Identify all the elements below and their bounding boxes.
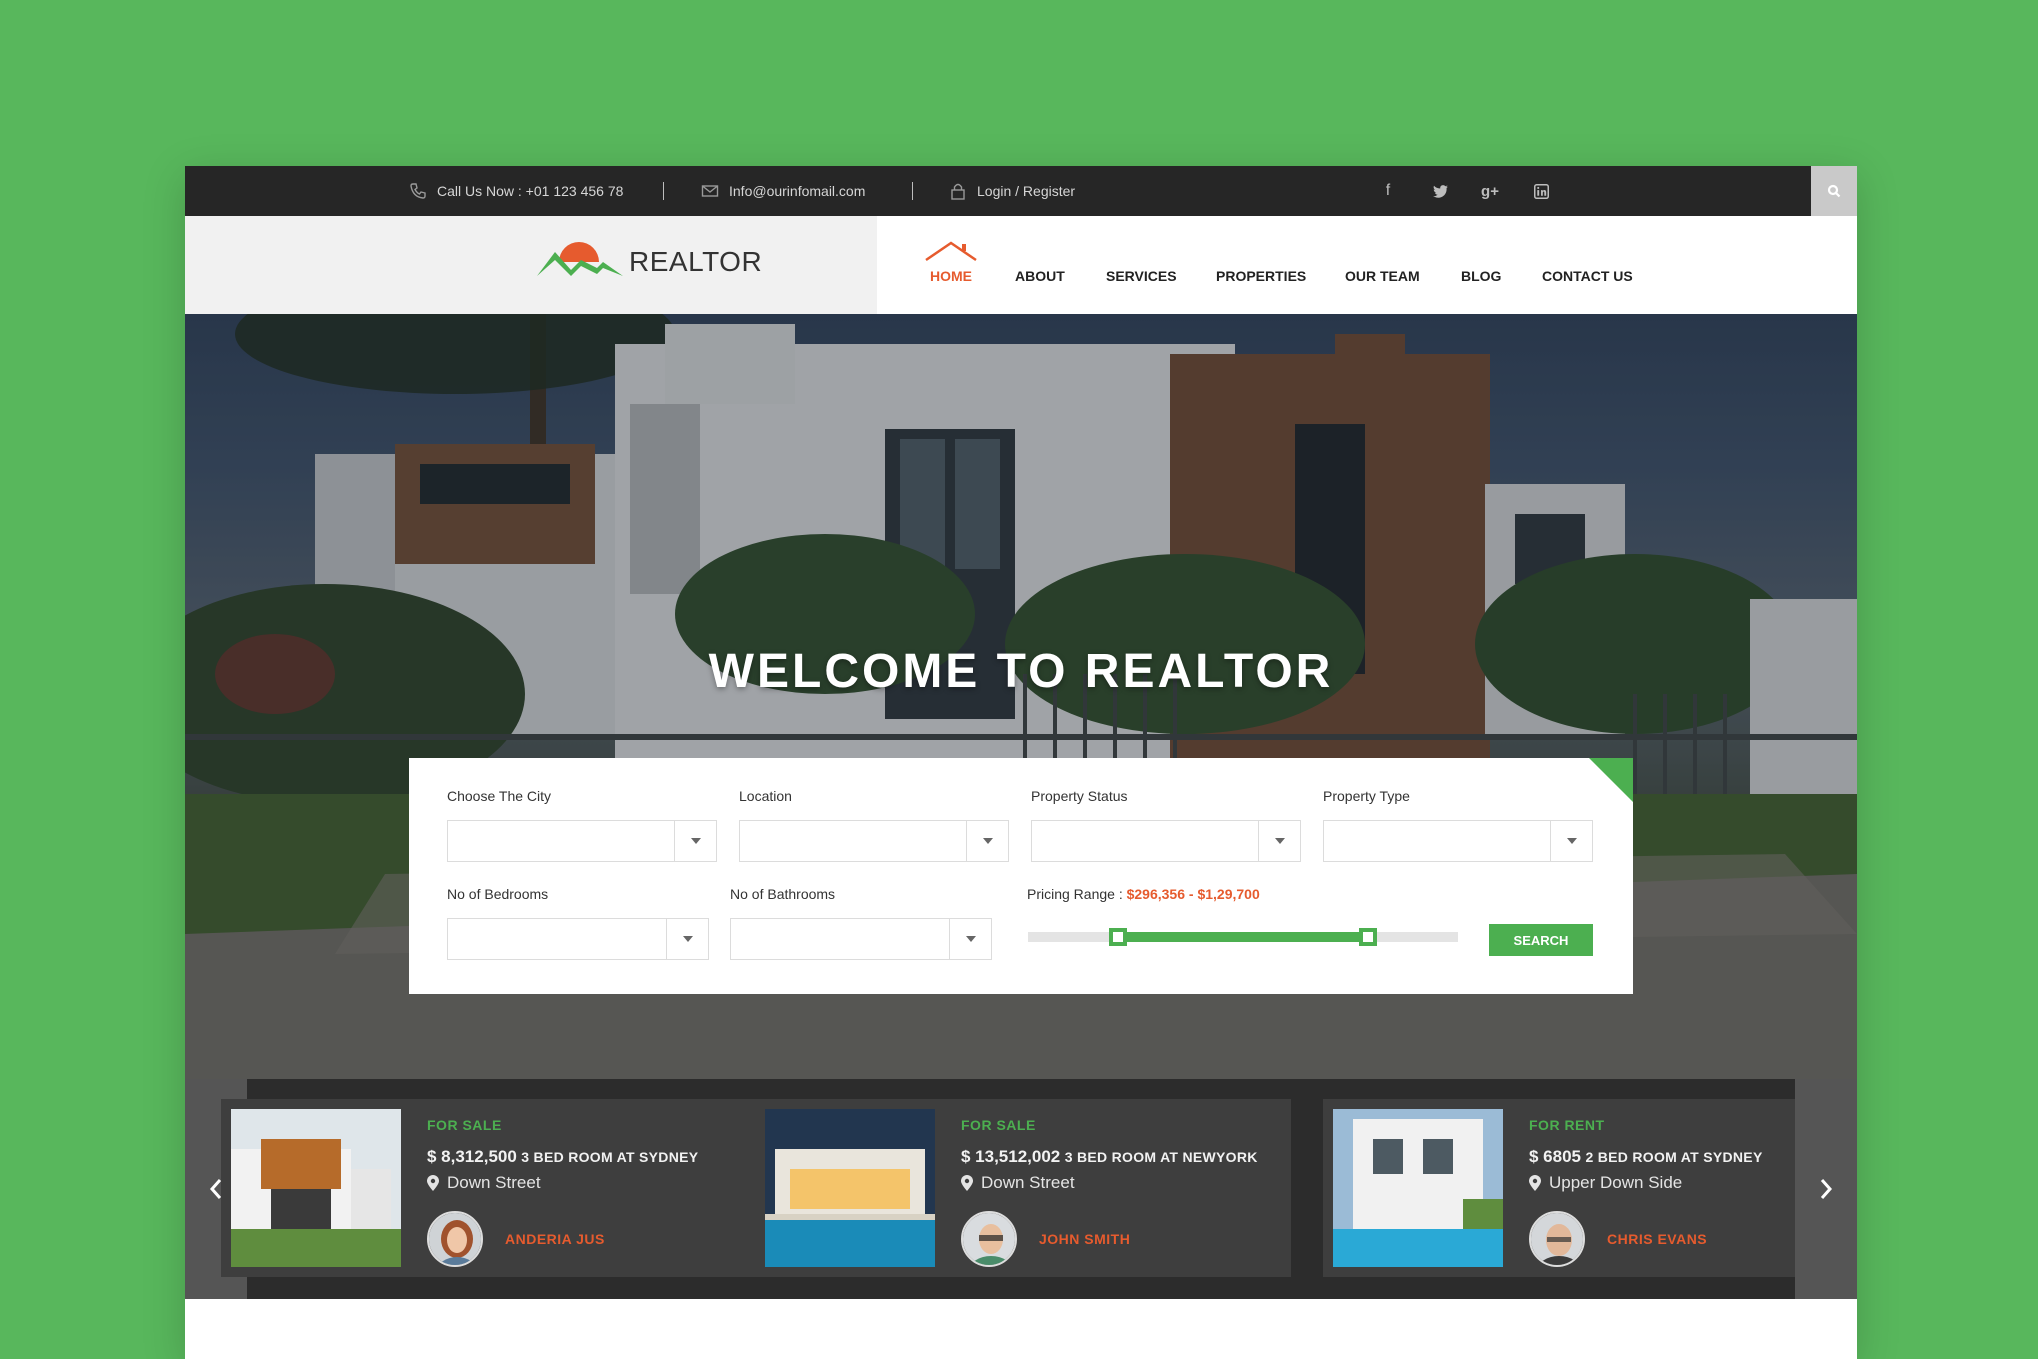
- realtor-logo-icon[interactable]: [537, 238, 623, 282]
- property-type-label: Property Type: [1323, 788, 1410, 804]
- listing-address-text: Upper Down Side: [1549, 1173, 1683, 1192]
- listing-price: $ 6805: [1529, 1147, 1581, 1166]
- email-contact[interactable]: Info@ourinfomail.com: [701, 166, 865, 216]
- listing-photo[interactable]: [1333, 1109, 1503, 1267]
- agent-name[interactable]: JOHN SMITH: [1039, 1231, 1130, 1247]
- featured-listings: FOR SALE $ 8,312,500 3 BED ROOM AT SYDNE…: [185, 1079, 1857, 1299]
- listing-price: $ 13,512,002: [961, 1147, 1061, 1166]
- listing-card[interactable]: FOR SALE $ 13,512,002 3 BED ROOM AT NEWY…: [755, 1099, 1291, 1277]
- city-label: Choose The City: [447, 788, 552, 804]
- listing-price-title: $ 6805 2 BED ROOM AT SYDNEY: [1529, 1147, 1763, 1167]
- site-header: REALTOR HOME ABOUT SERVICES PROPERTIES O…: [185, 216, 1857, 314]
- listing-status: FOR RENT: [1529, 1117, 1605, 1133]
- search-icon: [1827, 184, 1841, 198]
- listing-title[interactable]: 3 BED ROOM AT SYDNEY: [521, 1149, 698, 1165]
- slider-handle-max[interactable]: [1358, 928, 1377, 946]
- listing-photo[interactable]: [765, 1109, 935, 1267]
- bedrooms-label: No of Bedrooms: [447, 886, 549, 902]
- mail-icon: [701, 185, 719, 197]
- browser-page: Call Us Now : +01 123 456 78 Info@ourinf…: [185, 166, 1857, 1359]
- map-pin-icon: [427, 1175, 439, 1191]
- property-type-select[interactable]: [1323, 820, 1593, 862]
- price-range-slider[interactable]: [1028, 928, 1458, 946]
- listing-price-title: $ 8,312,500 3 BED ROOM AT SYDNEY: [427, 1147, 698, 1167]
- divider: [912, 182, 913, 200]
- bathrooms-select[interactable]: [730, 918, 992, 960]
- listing-address: Down Street: [961, 1173, 1075, 1193]
- map-pin-icon: [961, 1175, 973, 1191]
- chevron-right-icon: [1820, 1179, 1833, 1199]
- bathrooms-label: No of Bathrooms: [730, 886, 836, 902]
- listing-address-text: Down Street: [981, 1173, 1075, 1192]
- listing-address: Upper Down Side: [1529, 1173, 1682, 1193]
- corner-accent: [1589, 758, 1633, 802]
- property-status-label: Property Status: [1031, 788, 1128, 804]
- map-pin-icon: [1529, 1175, 1541, 1191]
- login-register-link[interactable]: Login / Register: [949, 166, 1075, 216]
- listing-price: $ 8,312,500: [427, 1147, 517, 1166]
- divider: [663, 182, 664, 200]
- nav-services[interactable]: SERVICES: [1106, 268, 1177, 284]
- twitter-icon[interactable]: [1429, 166, 1451, 216]
- pricing-range-caption: Pricing Range :: [1027, 886, 1123, 902]
- chevron-down-icon: [1550, 821, 1592, 861]
- city-select[interactable]: [447, 820, 717, 862]
- top-bar: Call Us Now : +01 123 456 78 Info@ourinf…: [185, 166, 1857, 216]
- nav-home[interactable]: HOME: [930, 268, 972, 284]
- listing-address-text: Down Street: [447, 1173, 541, 1192]
- chevron-down-icon: [674, 821, 716, 861]
- nav-blog[interactable]: BLOG: [1461, 268, 1501, 284]
- avatar[interactable]: [427, 1211, 483, 1267]
- avatar[interactable]: [961, 1211, 1017, 1267]
- pricing-range-label: Pricing Range : $296,356 - $1,29,700: [1027, 886, 1260, 902]
- property-status-select[interactable]: [1031, 820, 1301, 862]
- avatar[interactable]: [1529, 1211, 1585, 1267]
- agent-name[interactable]: ANDERIA JUS: [505, 1231, 605, 1247]
- listing-card[interactable]: FOR SALE $ 8,312,500 3 BED ROOM AT SYDNE…: [221, 1099, 757, 1277]
- listing-status: FOR SALE: [961, 1117, 1036, 1133]
- linkedin-icon[interactable]: [1530, 166, 1552, 216]
- email-text: Info@ourinfomail.com: [729, 183, 866, 199]
- facebook-icon[interactable]: f: [1377, 166, 1399, 216]
- login-text: Login / Register: [977, 183, 1076, 199]
- slider-fill: [1118, 932, 1368, 942]
- listing-title[interactable]: 2 BED ROOM AT SYDNEY: [1585, 1149, 1762, 1165]
- listing-photo[interactable]: [231, 1109, 401, 1267]
- home-roof-icon: [925, 241, 977, 262]
- google-plus-icon[interactable]: g+: [1479, 166, 1501, 216]
- nav-properties[interactable]: PROPERTIES: [1216, 268, 1306, 284]
- pricing-range-value: $296,356 - $1,29,700: [1126, 886, 1260, 902]
- nav-about[interactable]: ABOUT: [1015, 268, 1065, 284]
- nav-contact-us[interactable]: CONTACT US: [1542, 268, 1633, 284]
- search-button[interactable]: SEARCH: [1489, 924, 1593, 956]
- brand-name[interactable]: REALTOR: [629, 246, 762, 278]
- hero-banner: WELCOME TO REALTOR Choose The City Locat…: [185, 314, 1857, 1079]
- nav-our-team[interactable]: OUR TEAM: [1345, 268, 1420, 284]
- phone-icon: [410, 183, 426, 199]
- bedrooms-select[interactable]: [447, 918, 709, 960]
- top-search-button[interactable]: [1811, 166, 1857, 216]
- listing-price-title: $ 13,512,002 3 BED ROOM AT NEWYORK: [961, 1147, 1258, 1167]
- listing-status: FOR SALE: [427, 1117, 502, 1133]
- chevron-down-icon: [949, 919, 991, 959]
- phone-contact[interactable]: Call Us Now : +01 123 456 78: [409, 166, 623, 216]
- chevron-down-icon: [666, 919, 708, 959]
- chevron-down-icon: [966, 821, 1008, 861]
- next-arrow[interactable]: [1795, 1079, 1857, 1299]
- agent-name[interactable]: CHRIS EVANS: [1607, 1231, 1707, 1247]
- lock-icon: [951, 183, 965, 200]
- property-search-form: Choose The City Location Property Status…: [409, 758, 1633, 994]
- location-label: Location: [739, 788, 792, 804]
- listing-title[interactable]: 3 BED ROOM AT NEWYORK: [1065, 1149, 1258, 1165]
- logo-area: REALTOR: [185, 216, 877, 314]
- listing-address: Down Street: [427, 1173, 541, 1193]
- listing-card[interactable]: FOR RENT $ 6805 2 BED ROOM AT SYDNEY Upp…: [1323, 1099, 1857, 1277]
- chevron-down-icon: [1258, 821, 1300, 861]
- phone-text: Call Us Now : +01 123 456 78: [437, 183, 624, 199]
- location-select[interactable]: [739, 820, 1009, 862]
- hero-title: WELCOME TO REALTOR: [708, 645, 1334, 698]
- slider-handle-min[interactable]: [1109, 928, 1128, 946]
